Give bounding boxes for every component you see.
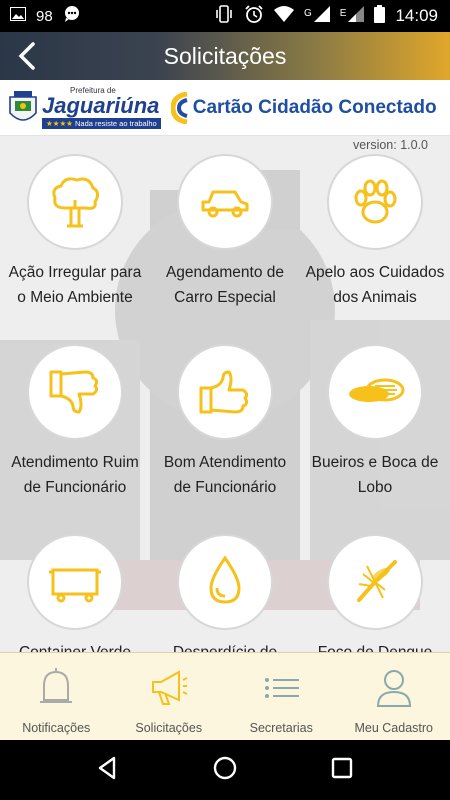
request-tile-label: Agendamento de Carro Especial [165,264,285,306]
nav-megaphone[interactable]: Solicitações [113,653,226,740]
nav-list[interactable]: Secretarias [225,653,338,740]
app-bar: Solicitações [0,32,450,80]
nav-bell[interactable]: Notificações [0,653,113,740]
paw-icon [327,154,423,250]
version-label: version: 1.0.0 [352,138,428,152]
city-name: Jaguariúna [42,93,160,118]
megaphone-icon [149,666,189,715]
status-bar: 98 G E 14:09 [0,0,450,32]
back-button[interactable] [8,38,44,74]
vibrate-icon [214,4,234,28]
thumbs-up-icon [177,344,273,440]
signal-icon-2 [348,5,365,27]
request-tile-label: Bom Atendimento de Funcionário [163,454,287,496]
request-tile-tree[interactable]: Ação Irregular para o Meio Ambiente [0,154,150,310]
container-icon [27,534,123,630]
request-tile-label: Bueiros e Boca de Lobo [311,454,439,496]
city-crest-logo [9,90,37,121]
cc-logo-mark [170,91,188,124]
back-arrow-icon [18,42,35,70]
request-tile-mosquito[interactable]: Foco de Dengue [300,534,450,652]
brand-name: Cartão Cidadão Conectado [192,96,437,118]
request-tile-thumbs-down[interactable]: Atendimento Ruim de Funcionário [0,344,150,500]
thumbs-down-icon [27,344,123,440]
battery-icon [374,4,386,28]
nav-label: Notificações [22,721,91,735]
request-tile-label: Atendimento Ruim de Funcionário [11,454,139,496]
city-tagline: Nada resiste ao trabalho [75,119,157,128]
clock: 14:09 [395,6,438,25]
brand-banner: Prefeitura de Jaguariúna ★★★★ Nada resis… [0,80,450,136]
nav-label: Solicitações [135,721,203,735]
request-tile-label: Ação Irregular para o Meio Ambiente [8,264,142,306]
network-type-e: E [339,7,347,19]
list-icon [261,666,301,715]
signal-icon [313,5,330,27]
water-drop-icon [177,534,273,630]
chat-icon [63,5,81,27]
page-title: Solicitações [163,42,287,69]
nav-label: Meu Cadastro [354,721,433,735]
request-tile-container[interactable]: Container Verde [0,534,150,652]
person-icon [374,666,414,715]
system-navigation-bar [0,740,450,800]
request-tile-label: Apelo aos Cuidados dos Animais [305,264,445,306]
network-type-g: G [304,7,312,19]
battery-level-text: 98 [36,7,53,25]
bell-icon [36,666,76,715]
mosquito-icon [327,534,423,630]
request-tile-paw[interactable]: Apelo aos Cuidados dos Animais [300,154,450,310]
request-tile-water-drop[interactable]: Desperdício de Água [150,534,300,652]
request-tile-car[interactable]: Agendamento de Carro Especial [150,154,300,310]
city-logo: Prefeitura de Jaguariúna ★★★★ Nada resis… [42,86,161,129]
request-tile-label: Container Verde [0,640,150,652]
request-tile-label: Foco de Dengue [300,640,450,652]
tree-icon [27,154,123,250]
alarm-icon [244,4,264,29]
bottom-navigation: Notificações Solicitações Secretarias Meu C… [0,652,450,740]
nav-person[interactable]: Meu Cadastro [338,653,450,740]
main-content[interactable]: Prefeitura de Jaguariúna ★★★★ Nada resis… [0,80,450,652]
request-tile-label: Desperdício de Água [150,640,300,652]
nav-label: Secretarias [249,721,313,735]
request-tile-manhole[interactable]: Bueiros e Boca de Lobo [300,344,450,500]
recents-square-icon[interactable] [329,755,355,786]
request-tile-thumbs-up[interactable]: Bom Atendimento de Funcionário [150,344,300,500]
home-circle-icon[interactable] [212,755,238,786]
wifi-icon [274,5,294,27]
manhole-icon [327,344,423,440]
image-icon [10,7,26,25]
stars-rating: ★★★★ [46,119,73,128]
car-icon [177,154,273,250]
city-tagline-bar: ★★★★ Nada resiste ao trabalho [42,118,161,129]
back-triangle-icon[interactable] [95,755,121,786]
